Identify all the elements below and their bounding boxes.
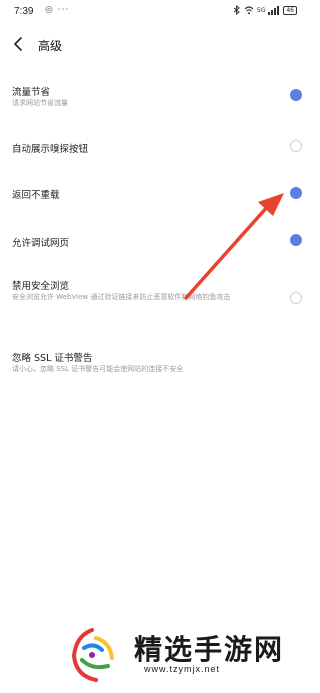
setting-subtitle: 请小心，忽略 SSL 证书警告可能会使网站的连接不安全 bbox=[12, 365, 184, 373]
header: 高级 bbox=[0, 28, 311, 64]
chevron-left-icon bbox=[14, 37, 22, 51]
setting-title: 允许调试网页 bbox=[12, 238, 70, 249]
setting-auto-show-sniff-button[interactable]: 自动展示嗅探按钮 bbox=[0, 138, 311, 160]
notification-icons: ◎ ··· bbox=[45, 5, 70, 15]
back-button[interactable] bbox=[10, 34, 28, 54]
setting-ignore-ssl-warnings[interactable]: 忽略 SSL 证书警告 请小心，忽略 SSL 证书警告可能会使网站的连接不安全 bbox=[0, 348, 311, 382]
watermark-url: www.tzymjx.net bbox=[144, 664, 221, 674]
signal-icon bbox=[268, 5, 280, 15]
setting-title: 自动展示嗅探按钮 bbox=[12, 144, 89, 155]
toggle-radio-on[interactable] bbox=[290, 89, 302, 101]
toggle-radio-on[interactable] bbox=[290, 187, 302, 199]
network-type-label: 5G bbox=[256, 6, 266, 14]
setting-subtitle: 请求网站节省流量 bbox=[12, 99, 68, 107]
status-time: 7:39 bbox=[14, 6, 34, 17]
setting-title: 禁用安全浏览 bbox=[12, 281, 70, 292]
toggle-radio-off[interactable] bbox=[290, 292, 302, 304]
setting-traffic-saving[interactable]: 流量节省 请求网站节省流量 bbox=[0, 82, 311, 116]
battery-indicator: 46 bbox=[283, 5, 297, 15]
watermark-logo-icon bbox=[71, 628, 114, 682]
setting-no-reload-on-back[interactable]: 返回不重载 bbox=[0, 184, 311, 206]
page-title: 高级 bbox=[38, 39, 63, 53]
wifi-icon bbox=[244, 5, 254, 14]
watermark: 精选手游网 www.tzymjx.net bbox=[62, 622, 302, 686]
setting-title: 忽略 SSL 证书警告 bbox=[12, 353, 93, 364]
setting-title: 返回不重载 bbox=[12, 190, 60, 201]
setting-subtitle: 安全浏览允许 WebView 通过验证链接来防止恶意软件和网络钓鱼攻击 bbox=[12, 293, 231, 301]
setting-title: 流量节省 bbox=[12, 87, 51, 98]
bluetooth-icon bbox=[233, 5, 240, 15]
setting-allow-web-debugging[interactable]: 允许调试网页 bbox=[0, 232, 311, 254]
status-bar: 7:39 ◎ ··· 5G 46 bbox=[0, 0, 311, 24]
setting-disable-safe-browsing[interactable]: 禁用安全浏览 安全浏览允许 WebView 通过验证链接来防止恶意软件和网络钓鱼… bbox=[0, 276, 311, 322]
watermark-title: 精选手游网 bbox=[134, 633, 285, 666]
toggle-radio-off[interactable] bbox=[290, 140, 302, 152]
toggle-radio-on[interactable] bbox=[290, 234, 302, 246]
status-right-cluster: 5G 46 bbox=[232, 5, 297, 15]
